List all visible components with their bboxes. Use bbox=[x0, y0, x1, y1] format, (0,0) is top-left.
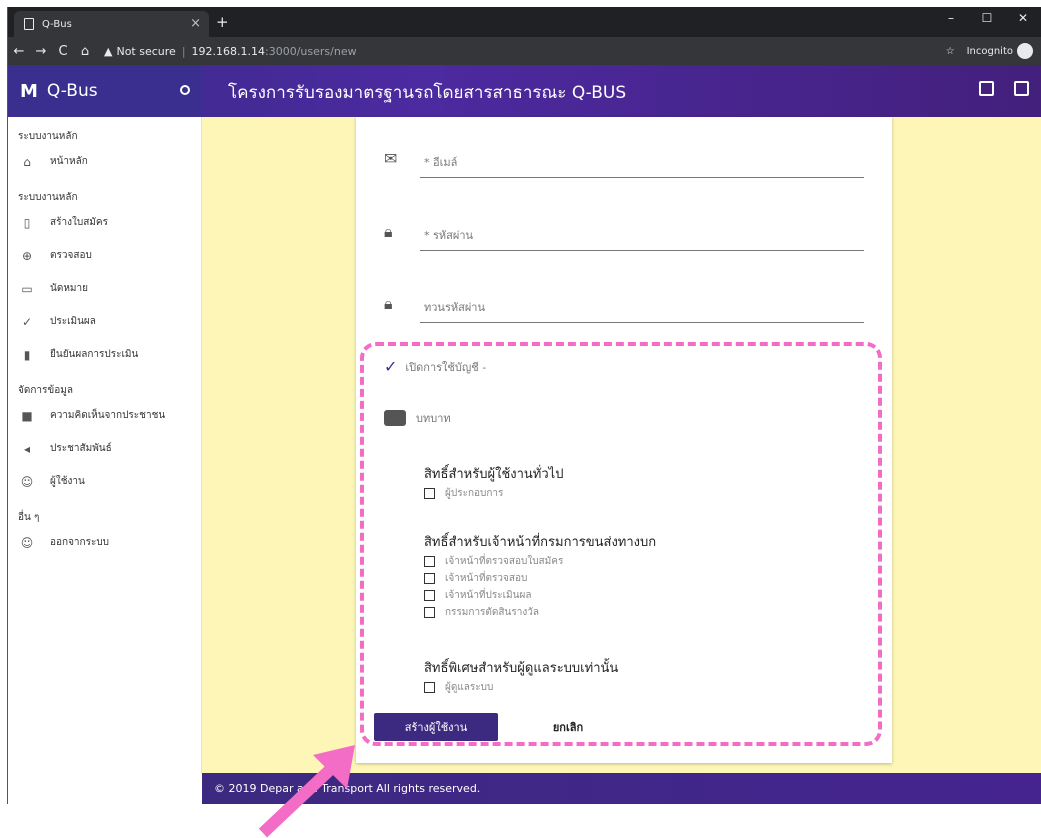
app-actions bbox=[979, 81, 1029, 96]
maximize-button[interactable]: ☐ bbox=[969, 11, 1005, 25]
url-path[interactable]: :3000/users/new bbox=[265, 45, 357, 58]
address-bar: ← → C ⌂ ▲ Not secure | 192.168.1.14 :300… bbox=[8, 37, 1041, 65]
page-icon bbox=[24, 18, 34, 30]
lock-icon: 🔒︎ bbox=[384, 294, 393, 313]
page-title: โครงการรับรองมาตรฐานรถโดยสารสาธารณะ Q-BU… bbox=[228, 83, 627, 103]
sidebar-item-pr[interactable]: ◂ ประชาสัมพันธ์ bbox=[8, 432, 201, 465]
fullscreen-icon[interactable] bbox=[979, 81, 994, 96]
sidebar-item-label: หน้าหลัก bbox=[50, 156, 88, 167]
account-icon[interactable] bbox=[1014, 81, 1029, 96]
reload-icon[interactable]: C bbox=[52, 44, 74, 59]
speaker-icon: ◂ bbox=[23, 441, 31, 456]
sidebar-item-feedback[interactable]: ■ ความคิดเห็นจากประชาชน bbox=[8, 399, 201, 432]
brand[interactable]: M Q-Bus bbox=[8, 65, 202, 117]
sidebar-item-label: ยืนยันผลการประเมิน bbox=[50, 349, 139, 360]
incognito-label: Incognito bbox=[967, 43, 1033, 59]
home-icon[interactable]: ⌂ bbox=[74, 44, 96, 59]
sidebar-item-label: นัดหมาย bbox=[50, 283, 88, 294]
app-bar: M Q-Bus โครงการรับรองมาตรฐานรถโดยสารสาธา… bbox=[8, 65, 1041, 117]
incognito-text: Incognito bbox=[966, 46, 1013, 57]
password-underline bbox=[420, 250, 864, 251]
sidebar-item-label: สร้างใบสมัคร bbox=[50, 217, 108, 228]
sidebar-item-label: ประเมินผล bbox=[50, 316, 96, 327]
logo-icon: M bbox=[20, 80, 38, 102]
sidebar-item-confirm-evaluation[interactable]: ▮ ยืนยันผลการประเมิน bbox=[8, 338, 201, 371]
sidebar: ระบบงานหลัก ⌂ หน้าหลัก ระบบงานหลัก ▯ สร้าง… bbox=[8, 117, 202, 773]
separator: | bbox=[181, 44, 186, 58]
confirm-password-label: ทวนรหัสผ่าน bbox=[424, 301, 485, 314]
sidebar-item-label: ผู้ใช้งาน bbox=[50, 476, 85, 487]
close-tab-icon[interactable]: × bbox=[190, 16, 201, 31]
password-label: * รหัสผ่าน bbox=[424, 229, 474, 242]
mail-icon: ✉ bbox=[384, 149, 398, 168]
zoom-icon: ⊕ bbox=[21, 248, 33, 263]
sidebar-item-home[interactable]: ⌂ หน้าหลัก bbox=[8, 145, 201, 178]
sidebar-item-label: ประชาสัมพันธ์ bbox=[50, 443, 112, 454]
sidebar-item-label: ความคิดเห็นจากประชาชน bbox=[50, 410, 166, 421]
check-icon: ✓ bbox=[21, 314, 33, 329]
address-right: ☆ Incognito bbox=[946, 43, 1033, 59]
back-icon[interactable]: ← bbox=[8, 44, 30, 59]
confirm-password-underline bbox=[420, 322, 864, 323]
sidebar-item-inspect[interactable]: ⊕ ตรวจสอบ bbox=[8, 239, 201, 272]
window-controls: – ☐ ✕ bbox=[933, 11, 1041, 25]
sidebar-section-other: อื่น ๆ bbox=[18, 512, 40, 523]
incognito-icon bbox=[1017, 43, 1033, 59]
lock-icon: 🔒︎ bbox=[384, 222, 393, 241]
user-icon: ☺ bbox=[20, 474, 34, 489]
close-window-button[interactable]: ✕ bbox=[1005, 11, 1041, 25]
clipboard-icon: ▯ bbox=[23, 215, 31, 230]
browser-tab[interactable]: Q-Bus × bbox=[14, 11, 209, 37]
confirm-password-field[interactable]: 🔒︎ ทวนรหัสผ่าน bbox=[384, 272, 864, 332]
email-field[interactable]: ✉ * อีเมล์ bbox=[384, 127, 864, 187]
sidebar-section-data: จัดการข้อมูล bbox=[18, 385, 73, 396]
app-name: Q-Bus bbox=[46, 81, 98, 101]
sidebar-item-logout[interactable]: ☺ ออกจากระบบ bbox=[8, 526, 201, 559]
password-field[interactable]: 🔒︎ * รหัสผ่าน bbox=[384, 200, 864, 260]
logout-icon: ☺ bbox=[20, 535, 34, 550]
email-label: * อีเมล์ bbox=[424, 156, 458, 169]
sidebar-item-label: ออกจากระบบ bbox=[50, 537, 110, 548]
book-icon: ▮ bbox=[23, 347, 31, 362]
sidebar-item-create-application[interactable]: ▯ สร้างใบสมัคร bbox=[8, 206, 201, 239]
annotation-highlight-box bbox=[360, 342, 882, 746]
home-icon: ⌂ bbox=[23, 154, 31, 169]
warning-icon: ▲ bbox=[104, 44, 113, 58]
sidebar-section-main: ระบบงานหลัก bbox=[18, 131, 78, 142]
sidebar-section-work: ระบบงานหลัก bbox=[18, 192, 78, 203]
url-host[interactable]: 192.168.1.14 bbox=[192, 45, 265, 58]
sidebar-item-appointment[interactable]: ▭ นัดหมาย bbox=[8, 272, 201, 305]
email-underline bbox=[420, 177, 864, 178]
sidebar-item-evaluate[interactable]: ✓ ประเมินผล bbox=[8, 305, 201, 338]
annotation-arrow-icon bbox=[258, 745, 355, 838]
sidebar-toggle-icon[interactable] bbox=[180, 85, 190, 95]
tab-title: Q-Bus bbox=[42, 18, 72, 30]
sidebar-item-label: ตรวจสอบ bbox=[50, 250, 92, 261]
minimize-button[interactable]: – bbox=[933, 11, 969, 25]
comment-icon: ▭ bbox=[21, 281, 33, 296]
new-tab-button[interactable]: + bbox=[216, 13, 229, 31]
star-icon[interactable]: ☆ bbox=[946, 46, 955, 57]
forward-icon[interactable]: → bbox=[30, 44, 52, 59]
feedback-icon: ■ bbox=[21, 408, 33, 423]
not-secure-label[interactable]: Not secure bbox=[116, 45, 175, 58]
sidebar-item-users[interactable]: ☺ ผู้ใช้งาน bbox=[8, 465, 201, 498]
tab-bar: Q-Bus × + – ☐ ✕ bbox=[8, 7, 1041, 37]
